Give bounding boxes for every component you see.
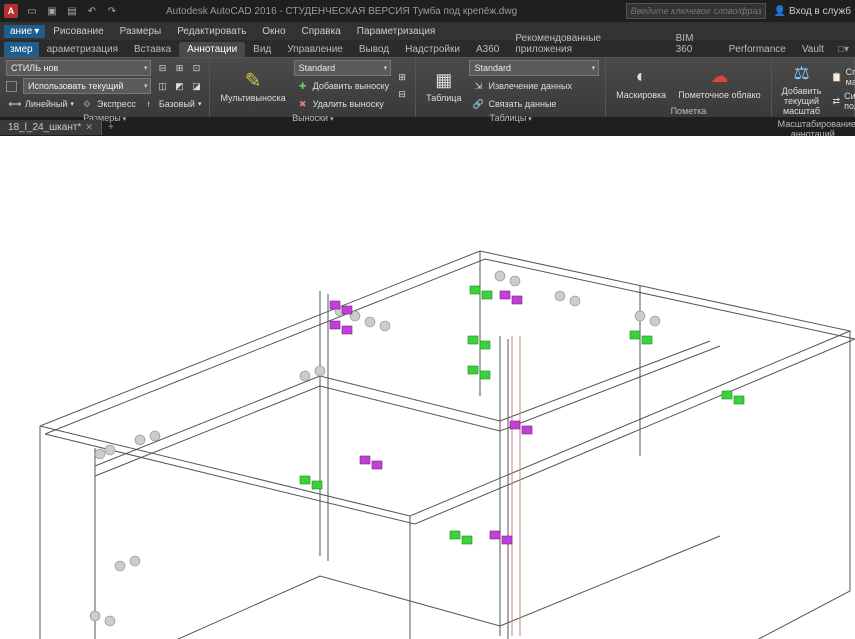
panel-leaders: ✎ Мультивыноска Standard ✚Добавить вынос… <box>210 58 416 117</box>
qat-redo-icon[interactable]: ↷ <box>104 3 120 19</box>
sync-pos-button[interactable]: ⇄Синх. положения <box>829 90 855 112</box>
multileader-button[interactable]: ✎ Мультивыноска <box>216 67 289 105</box>
add-leader-icon: ✚ <box>296 79 310 93</box>
panel-scale: ⚖ Добавить текущий масштаб 📋Список масшт… <box>772 58 855 117</box>
menubar: ание▾ Рисование Размеры Редактировать Ок… <box>0 22 855 40</box>
qat-save-icon[interactable]: ▤ <box>64 3 80 19</box>
panel-markup-title: Пометка <box>612 105 764 116</box>
dim-icon-4[interactable]: ◫ <box>155 79 169 93</box>
help-search-input[interactable] <box>626 3 766 19</box>
document-tab-1-label: 18_l_24_шкант* <box>8 122 81 133</box>
menu-draw[interactable]: Рисование <box>45 26 111 37</box>
tab-parametric[interactable]: араметризация <box>39 42 126 57</box>
dim-style-combo[interactable]: СТИЛЬ нов <box>6 60 151 76</box>
ribbon-left-btn[interactable]: змер <box>4 42 39 57</box>
mask-icon: ◐ <box>628 66 654 88</box>
panel-markup: ◐ Маскировка ☁ Пометочное облако Пометка <box>606 58 771 117</box>
menu-dimensions[interactable]: Размеры <box>112 26 170 37</box>
menu-help[interactable]: Справка <box>294 26 349 37</box>
leader-style-combo[interactable]: Standard <box>294 60 392 76</box>
dim-icon-1[interactable]: ⊟ <box>155 61 169 75</box>
panel-tables-title[interactable]: Таблицы▾ <box>422 112 599 123</box>
tab-overflow[interactable]: □▾ <box>832 42 855 57</box>
multileader-icon: ✎ <box>240 69 266 91</box>
dim-icon-5[interactable]: ◩ <box>172 79 186 93</box>
leader-mini-1[interactable]: ⊞ <box>395 71 409 85</box>
cloud-button[interactable]: ☁ Пометочное облако <box>674 64 764 102</box>
dim-linear-button[interactable]: ⟷Линейный▾ <box>6 96 76 112</box>
linear-icon: ⟷ <box>8 97 22 111</box>
window-title: Autodesk AutoCAD 2016 - СТУДЕНЧЕСКАЯ ВЕР… <box>166 6 517 17</box>
tab-addins[interactable]: Надстройки <box>397 42 468 57</box>
close-icon[interactable]: ✕ <box>85 122 93 133</box>
quick-access-toolbar: ▭ ▣ ▤ ↶ ↷ <box>24 3 120 19</box>
express-icon: ⟐ <box>80 97 94 111</box>
user-icon: 👤 <box>774 6 786 17</box>
document-tab-1[interactable]: 18_l_24_шкант* ✕ <box>0 120 102 135</box>
dim-icon-3[interactable]: ⊡ <box>189 61 203 75</box>
add-leader-button[interactable]: ✚Добавить выноску <box>294 78 392 94</box>
add-scale-icon: ⚖ <box>789 62 815 84</box>
menu-parametric[interactable]: Параметризация <box>349 26 444 37</box>
table-button[interactable]: ▦ Таблица <box>422 67 465 105</box>
mask-button[interactable]: ◐ Маскировка <box>612 64 670 102</box>
dim-base-button[interactable]: ⟊Базовый▾ <box>140 96 204 112</box>
menu-left-dropdown[interactable]: ание▾ <box>4 25 45 38</box>
qat-open-icon[interactable]: ▣ <box>44 3 60 19</box>
document-tab-add[interactable]: + <box>102 122 120 133</box>
scale-list-icon: 📋 <box>831 70 842 84</box>
menu-window[interactable]: Окно <box>254 26 293 37</box>
use-current-combo[interactable]: Использовать текущий <box>23 78 151 94</box>
remove-leader-button[interactable]: ✖Удалить выноску <box>294 96 392 112</box>
tab-annotations[interactable]: Аннотации <box>179 42 245 57</box>
drawing-canvas[interactable] <box>0 136 855 639</box>
link-data-button[interactable]: 🔗Связать данные <box>469 96 599 112</box>
menu-edit[interactable]: Редактировать <box>169 26 254 37</box>
table-icon: ▦ <box>431 69 457 91</box>
dim-icon-2[interactable]: ⊞ <box>172 61 186 75</box>
remove-leader-icon: ✖ <box>296 97 310 111</box>
tab-vault[interactable]: Vault <box>794 42 832 57</box>
titlebar: A ▭ ▣ ▤ ↶ ↷ Autodesk AutoCAD 2016 - СТУД… <box>0 0 855 22</box>
tab-a360[interactable]: A360 <box>468 42 507 57</box>
scale-list-button[interactable]: 📋Список масштаб <box>829 66 855 88</box>
ribbon-tabstrip: змер араметризация Вставка Аннотации Вид… <box>0 40 855 58</box>
tab-view[interactable]: Вид <box>245 42 279 57</box>
leader-mini-2[interactable]: ⊟ <box>395 88 409 102</box>
ribbon: СТИЛЬ нов ⊟ ⊞ ⊡ Использовать текущий ◫ ◩… <box>0 58 855 118</box>
extract-data-button[interactable]: ⇲Извлечение данных <box>469 78 599 94</box>
dim-express-button[interactable]: ⟐Экспресс <box>78 96 138 112</box>
tab-bim360[interactable]: BIM 360 <box>668 31 721 57</box>
dim-icon-6[interactable]: ◪ <box>189 79 203 93</box>
tab-insert[interactable]: Вставка <box>126 42 179 57</box>
extract-icon: ⇲ <box>471 79 485 93</box>
qat-new-icon[interactable]: ▭ <box>24 3 40 19</box>
signin-label: Вход в служб <box>789 6 851 17</box>
table-style-combo[interactable]: Standard <box>469 60 599 76</box>
base-icon: ⟊ <box>142 97 156 111</box>
qat-undo-icon[interactable]: ↶ <box>84 3 100 19</box>
tab-manage[interactable]: Управление <box>279 42 351 57</box>
app-icon[interactable]: A <box>4 4 18 18</box>
link-icon: 🔗 <box>471 97 485 111</box>
tab-featured[interactable]: Рекомендованные приложения <box>507 31 667 57</box>
panel-dimensions: СТИЛЬ нов ⊟ ⊞ ⊡ Использовать текущий ◫ ◩… <box>0 58 210 117</box>
add-scale-button[interactable]: ⚖ Добавить текущий масштаб <box>778 60 826 118</box>
signin-button[interactable]: 👤 Вход в служб <box>774 6 851 17</box>
tab-output[interactable]: Вывод <box>351 42 397 57</box>
panel-tables: ▦ Таблица Standard ⇲Извлечение данных 🔗С… <box>416 58 606 117</box>
tab-performance[interactable]: Performance <box>721 42 794 57</box>
panel-leaders-title[interactable]: Выноски▾ <box>216 112 409 123</box>
sync-icon: ⇄ <box>831 94 841 108</box>
use-current-checkbox[interactable] <box>6 81 17 92</box>
cloud-icon: ☁ <box>706 66 732 88</box>
